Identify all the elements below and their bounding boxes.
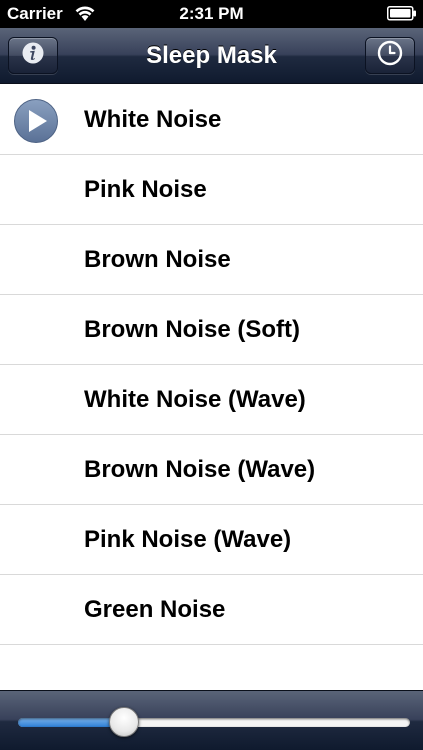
list-item-brown-noise[interactable]: Brown Noise (0, 225, 423, 295)
list-item-pink-noise[interactable]: Pink Noise (0, 155, 423, 225)
list-item-label: Brown Noise (Soft) (84, 316, 300, 343)
list-item-green-noise[interactable]: Green Noise (0, 575, 423, 645)
list-item-white-noise-wave[interactable]: White Noise (Wave) (0, 365, 423, 435)
list-item-brown-noise-soft[interactable]: Brown Noise (Soft) (0, 295, 423, 365)
list-item-brown-noise-wave[interactable]: Brown Noise (Wave) (0, 435, 423, 505)
play-icon[interactable] (13, 98, 59, 149)
list-item-white-noise[interactable]: White Noise (0, 85, 423, 155)
status-bar: Carrier 2:31 PM (0, 0, 423, 28)
battery-icon (387, 6, 417, 26)
volume-slider-fill (18, 718, 124, 727)
list-item-label: Brown Noise (84, 246, 231, 273)
list-item-pink-noise-wave[interactable]: Pink Noise (Wave) (0, 505, 423, 575)
bottom-toolbar (0, 690, 423, 750)
volume-slider-thumb[interactable] (108, 707, 139, 737)
page-title: Sleep Mask (146, 42, 277, 69)
sound-list: White Noise Pink Noise Brown Noise Brown… (0, 85, 423, 715)
list-item-label: Pink Noise (84, 176, 207, 203)
list-item-label: White Noise (84, 106, 222, 133)
status-time: 2:31 PM (179, 4, 244, 23)
clock-icon (377, 40, 403, 71)
list-item-label: Green Noise (84, 596, 226, 623)
timer-button[interactable] (365, 37, 415, 74)
navigation-bar: Sleep Mask (0, 28, 423, 84)
list-item-label: Brown Noise (Wave) (84, 456, 316, 483)
list-item-label: White Noise (Wave) (84, 386, 306, 413)
volume-slider[interactable] (18, 718, 410, 727)
list-item-label: Pink Noise (Wave) (84, 526, 292, 553)
